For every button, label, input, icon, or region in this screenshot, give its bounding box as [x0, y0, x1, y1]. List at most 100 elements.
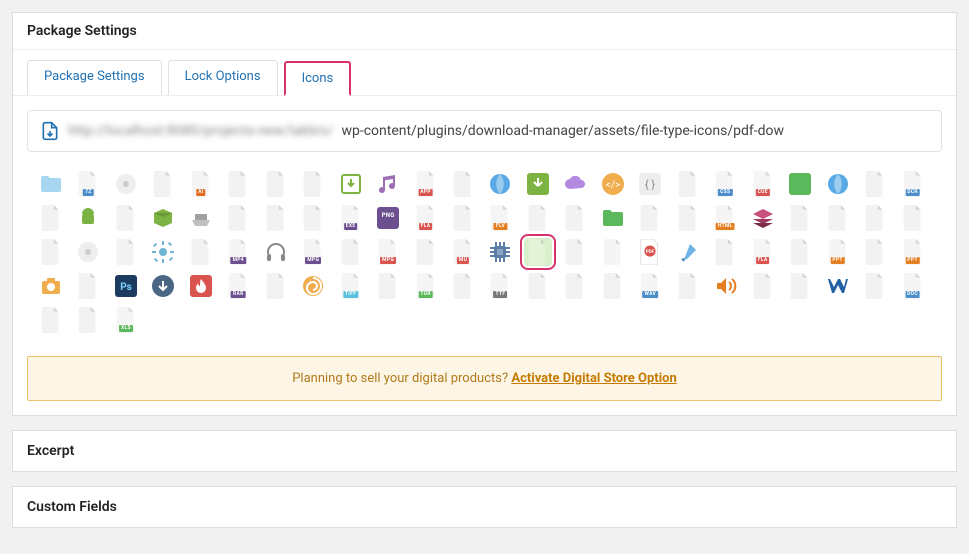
file-type-icon-camera[interactable] [37, 272, 65, 300]
file-type-icon-headphones[interactable] [262, 238, 290, 266]
custom-fields-panel[interactable]: Custom Fields [12, 486, 957, 528]
file-type-icon-cpu[interactable] [486, 238, 514, 266]
file-type-icon-file[interactable] [74, 306, 102, 334]
file-type-icon-png[interactable]: PNG [374, 204, 402, 232]
file-type-icon-file[interactable] [299, 204, 327, 232]
file-type-icon-folder-green[interactable] [786, 170, 814, 198]
file-type-icon-folder-green2[interactable] [599, 204, 627, 232]
file-type-icon-file[interactable] [674, 272, 702, 300]
file-type-icon-sound[interactable] [711, 272, 739, 300]
file-type-icon-pdf[interactable]: PDF [636, 238, 664, 266]
file-type-icon-file[interactable] [262, 204, 290, 232]
file-type-icon-flame[interactable] [187, 272, 215, 300]
file-type-icon-file[interactable] [524, 272, 552, 300]
file-type-icon-7z[interactable]: 7Z [74, 170, 102, 198]
file-type-icon-file[interactable] [262, 170, 290, 198]
file-type-icon-ai[interactable]: AI [187, 170, 215, 198]
file-type-icon-file[interactable] [524, 204, 552, 232]
file-type-icon-code[interactable]: </> [599, 170, 627, 198]
file-type-icon-file[interactable] [824, 204, 852, 232]
file-type-icon-file-dcr[interactable]: DCR [899, 170, 927, 198]
file-type-icon-file[interactable] [299, 170, 327, 198]
file-type-icon-file[interactable] [224, 204, 252, 232]
file-type-icon-ps[interactable]: Ps [112, 272, 140, 300]
file-type-icon-file-xls[interactable]: XLS [112, 306, 140, 334]
file-type-icon-pdf-selected[interactable] [524, 238, 552, 266]
file-type-icon-file-flv[interactable]: FLV [486, 204, 514, 232]
file-type-icon-file[interactable] [224, 170, 252, 198]
file-type-icon-file-rar[interactable]: RAR [224, 272, 252, 300]
file-type-icon-download-box[interactable] [337, 170, 365, 198]
file-type-icon-file-mu[interactable]: MU [449, 238, 477, 266]
tab-lock-options[interactable]: Lock Options [168, 60, 278, 95]
file-type-icon-file-css[interactable]: CSS [711, 170, 739, 198]
file-type-icon-folder[interactable] [37, 170, 65, 198]
file-type-icon-file[interactable] [112, 204, 140, 232]
file-type-icon-file-mp4[interactable]: MP4 [224, 238, 252, 266]
file-type-icon-file-html[interactable]: HTML [711, 204, 739, 232]
file-type-icon-file-red[interactable] [599, 238, 627, 266]
file-type-icon-box-green[interactable] [149, 204, 177, 232]
file-type-icon-tray[interactable] [187, 204, 215, 232]
file-type-icon-file[interactable] [711, 238, 739, 266]
file-type-icon-file[interactable] [636, 204, 664, 232]
file-type-icon-file-wav[interactable]: WAV [636, 272, 664, 300]
file-type-icon-file[interactable] [786, 272, 814, 300]
file-type-icon-cloud[interactable] [561, 170, 589, 198]
tab-icons[interactable]: Icons [284, 61, 352, 96]
file-type-icon-file[interactable] [674, 204, 702, 232]
file-type-icon-file-ppt2[interactable]: PPT [899, 238, 927, 266]
file-type-icon-file-ttf[interactable]: TTF [486, 272, 514, 300]
icon-url-field[interactable]: http://localhost:8080/projects-new/lakbr… [27, 110, 942, 152]
file-type-icon-file[interactable] [449, 204, 477, 232]
file-type-icon-file[interactable] [599, 272, 627, 300]
file-type-icon-file-fla[interactable]: FLA [412, 204, 440, 232]
file-type-icon-globe[interactable] [486, 170, 514, 198]
file-type-icon-file[interactable] [561, 238, 589, 266]
file-type-icon-globe2[interactable] [824, 170, 852, 198]
file-type-icon-file-mpg[interactable]: MPG [299, 238, 327, 266]
file-type-icon-file[interactable] [899, 204, 927, 232]
file-type-icon-file[interactable] [861, 238, 889, 266]
file-type-icon-file[interactable] [337, 238, 365, 266]
file-type-icon-android[interactable] [74, 204, 102, 232]
file-type-icon-file[interactable] [861, 204, 889, 232]
file-type-icon-file[interactable] [749, 272, 777, 300]
promo-link[interactable]: Activate Digital Store Option [511, 371, 676, 386]
file-type-icon-file[interactable] [861, 272, 889, 300]
file-type-icon-brush[interactable] [674, 238, 702, 266]
file-type-icon-file[interactable] [786, 238, 814, 266]
file-type-icon-disc2[interactable] [74, 238, 102, 266]
file-type-icon-file-cue[interactable]: CUE [749, 170, 777, 198]
file-type-icon-swirl[interactable] [299, 272, 327, 300]
file-type-icon-file-tiff[interactable]: TIFF [337, 272, 365, 300]
file-type-icon-app[interactable]: APP [412, 170, 440, 198]
file-type-icon-file[interactable] [861, 170, 889, 198]
file-type-icon-file[interactable] [149, 170, 177, 198]
file-type-icon-gear[interactable] [149, 238, 177, 266]
file-type-icon-file-torrent[interactable]: TOR [412, 272, 440, 300]
file-type-icon-file[interactable] [674, 170, 702, 198]
file-type-icon-file[interactable] [374, 272, 402, 300]
file-type-icon-vv[interactable] [824, 272, 852, 300]
tab-package-settings[interactable]: Package Settings [27, 60, 162, 95]
file-type-icon-file-ppt[interactable]: PPT [824, 238, 852, 266]
file-type-icon-file[interactable] [37, 204, 65, 232]
file-type-icon-down-green[interactable] [524, 170, 552, 198]
file-type-icon-file[interactable] [262, 272, 290, 300]
file-type-icon-music[interactable] [374, 170, 402, 198]
file-type-icon-file[interactable] [786, 204, 814, 232]
file-type-icon-file-exe[interactable]: EXE [337, 204, 365, 232]
file-type-icon-file[interactable] [37, 238, 65, 266]
file-type-icon-file[interactable] [561, 272, 589, 300]
file-type-icon-file-mpg2[interactable]: MPG [374, 238, 402, 266]
file-type-icon-file-fla2[interactable]: FLA [749, 238, 777, 266]
file-type-icon-file[interactable] [449, 272, 477, 300]
file-type-icon-layers[interactable] [749, 204, 777, 232]
excerpt-panel[interactable]: Excerpt [12, 430, 957, 472]
file-type-icon-file[interactable] [74, 272, 102, 300]
file-type-icon-file[interactable] [112, 238, 140, 266]
file-type-icon-disc[interactable] [112, 170, 140, 198]
file-type-icon-brackets[interactable]: { } [636, 170, 664, 198]
file-type-icon-file[interactable] [37, 306, 65, 334]
